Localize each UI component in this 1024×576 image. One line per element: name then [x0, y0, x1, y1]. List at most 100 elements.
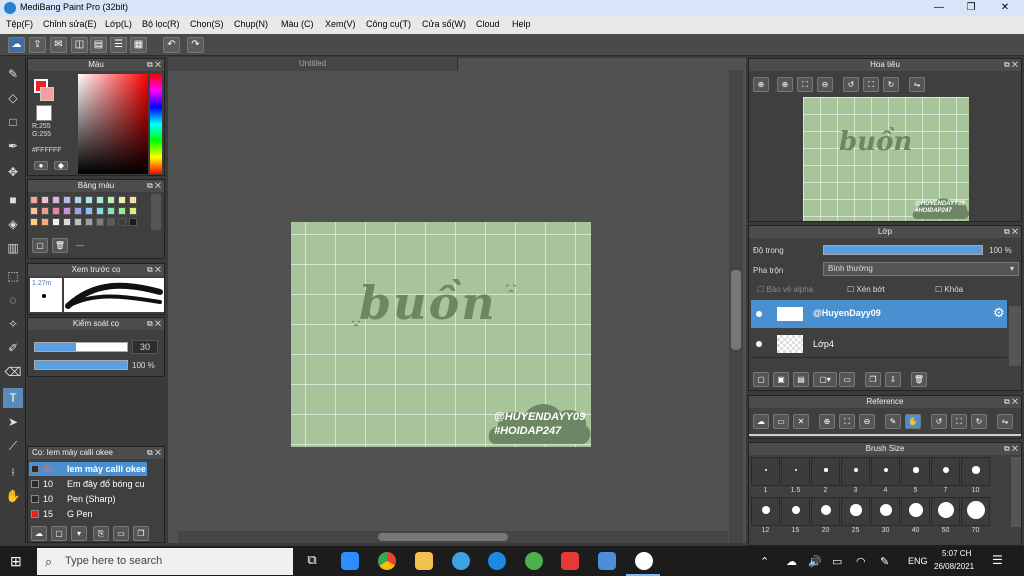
palette-swatch[interactable]	[30, 218, 38, 226]
text-tool-icon[interactable]: T	[3, 388, 23, 408]
fill-rect-tool-icon[interactable]: ■	[3, 190, 23, 210]
palette-swatch[interactable]	[63, 207, 71, 215]
reference-flip-icon[interactable]: ⇋	[997, 414, 1013, 429]
layer-row-selected[interactable]: @HuyenDayy09 ⚙	[751, 300, 1007, 328]
select-eraser-tool-icon[interactable]: ⌫	[3, 362, 23, 382]
palette-swatch[interactable]	[129, 207, 137, 215]
menu-edit[interactable]: Chỉnh sửa(E)	[43, 19, 97, 29]
select-pen-tool-icon[interactable]: ✐	[3, 338, 23, 358]
palette-swatch[interactable]	[52, 196, 60, 204]
reference-fit-window-icon[interactable]: ⛶	[951, 414, 967, 429]
add-layer-menu-icon[interactable]: ▢▾	[813, 372, 837, 387]
language-indicator[interactable]: ENG	[908, 556, 928, 566]
delete-layer-icon[interactable]: 🗑	[911, 372, 927, 387]
document-icon[interactable]: ▤	[90, 37, 107, 53]
wps-app-icon[interactable]	[561, 552, 579, 570]
brush-size-cell[interactable]	[901, 497, 930, 526]
eraser-tool-icon[interactable]: ◇	[3, 88, 23, 108]
palette-swatch[interactable]	[41, 218, 49, 226]
pen-tool-icon[interactable]: ✒	[3, 136, 23, 156]
reference-eyedropper-icon[interactable]: ✎	[885, 414, 901, 429]
rectangle-tool-icon[interactable]: □	[3, 112, 23, 132]
brush-list-item[interactable]: 30 Iem mày calli okee	[29, 462, 147, 476]
show-hidden-icons-icon[interactable]: ⌃	[760, 555, 769, 568]
palette-swatch[interactable]	[63, 218, 71, 226]
brush-add-icon[interactable]: ▢	[51, 526, 67, 541]
color-mode-button[interactable]: ●	[34, 161, 48, 170]
reference-rotate-left-icon[interactable]: ↺	[931, 414, 947, 429]
brush-opacity-slider[interactable]	[34, 360, 128, 370]
battery-icon[interactable]: ▭	[832, 555, 842, 568]
menu-file[interactable]: Tệp(F)	[6, 19, 33, 29]
brush-list-item[interactable]: 10 Pen (Sharp)	[29, 492, 147, 506]
brush-list-item[interactable]: 10 Em đây đổ bóng cu	[29, 477, 147, 491]
palette-swatch[interactable]	[52, 218, 60, 226]
zoom-in-alt-icon[interactable]: ⊕	[777, 77, 793, 92]
layer-opacity-slider[interactable]	[823, 245, 983, 255]
brush-size-cell[interactable]	[781, 457, 810, 486]
rotate-left-icon[interactable]: ↺	[843, 77, 859, 92]
lasso-tool-icon[interactable]: ◌	[3, 290, 23, 310]
brush-size-cell[interactable]	[871, 497, 900, 526]
upload-icon[interactable]: ⇪	[29, 37, 46, 53]
brush-size-cell[interactable]	[871, 457, 900, 486]
canvas-vertical-scrollbar[interactable]	[729, 70, 743, 543]
vertical-scroll-thumb[interactable]	[731, 270, 741, 350]
palette-swatch[interactable]	[85, 196, 93, 204]
maximize-button[interactable]: ❐	[956, 0, 986, 16]
eye-icon[interactable]	[756, 341, 762, 347]
zoom-in-icon[interactable]: ⊕	[753, 77, 769, 92]
rotate-right-icon[interactable]: ↻	[883, 77, 899, 92]
menu-layer[interactable]: Lớp(L)	[105, 19, 132, 29]
minimize-button[interactable]: —	[924, 0, 954, 16]
gear-icon[interactable]: ⚙	[993, 305, 1005, 321]
fit-window-icon[interactable]: ⛶	[863, 77, 879, 92]
brush-size-cell[interactable]	[841, 497, 870, 526]
brush-size-cell[interactable]	[901, 457, 930, 486]
flip-icon[interactable]: ⇋	[909, 77, 925, 92]
brush-size-cell[interactable]	[751, 497, 780, 526]
eye-icon[interactable]	[756, 311, 762, 317]
reference-cloud-icon[interactable]: ☁	[753, 414, 769, 429]
palette-swatch[interactable]	[85, 207, 93, 215]
brush-size-cell[interactable]	[931, 497, 960, 526]
close-button[interactable]: ✕	[990, 0, 1020, 16]
canvas-horizontal-scrollbar[interactable]	[178, 531, 728, 543]
background-color-swatch[interactable]	[40, 87, 54, 101]
palette-swatch[interactable]	[96, 218, 104, 226]
clipping-checkbox[interactable]: ☐ Xén bớt	[847, 285, 885, 294]
saturation-value-picker[interactable]	[78, 74, 148, 174]
palette-swatch[interactable]	[129, 218, 137, 226]
task-view-icon[interactable]: ⧉	[303, 552, 321, 570]
delete-palette-icon[interactable]: 🗑	[52, 238, 68, 253]
protect-alpha-checkbox[interactable]: ☐ Bảo vệ alpha	[757, 285, 813, 294]
zoom-app-icon[interactable]	[341, 552, 359, 570]
undo-button[interactable]: ↶	[163, 37, 180, 53]
reference-fit-icon[interactable]: ⛶	[839, 414, 855, 429]
menu-filter[interactable]: Bộ lọc(R)	[142, 19, 180, 29]
palette-swatch[interactable]	[74, 218, 82, 226]
palette-swatch[interactable]	[107, 196, 115, 204]
brush-size-cell[interactable]	[961, 457, 990, 486]
notification-icon[interactable]: ☰	[992, 553, 1003, 567]
reference-rotate-right-icon[interactable]: ↻	[971, 414, 987, 429]
brush-folder-icon[interactable]: ▭	[113, 526, 129, 541]
palette-swatch[interactable]	[63, 196, 71, 204]
taskbar-search-input[interactable]: ⌕ Type here to search	[37, 548, 293, 575]
brush-size-cell[interactable]	[931, 457, 960, 486]
reference-open-icon[interactable]: ▭	[773, 414, 789, 429]
hue-slider[interactable]	[150, 74, 162, 174]
palette-swatch[interactable]	[107, 218, 115, 226]
lock-checkbox[interactable]: ☐ Khóa	[935, 285, 963, 294]
palette-swatch[interactable]	[118, 207, 126, 215]
brush-cloud-icon[interactable]: ☁	[31, 526, 47, 541]
cloud-icon[interactable]: ☁	[8, 37, 25, 53]
brush-size-cell[interactable]	[961, 497, 990, 526]
horizontal-scroll-thumb[interactable]	[378, 533, 508, 541]
menu-help[interactable]: Help	[512, 19, 531, 29]
brush-list-item[interactable]: 15 G Pen	[29, 507, 147, 521]
hand-tool-icon[interactable]: ✋	[3, 486, 23, 506]
fit-screen-icon[interactable]: ⛶	[797, 77, 813, 92]
move-tool-icon[interactable]: ✥	[3, 162, 23, 182]
menu-select[interactable]: Chọn(S)	[190, 19, 224, 29]
